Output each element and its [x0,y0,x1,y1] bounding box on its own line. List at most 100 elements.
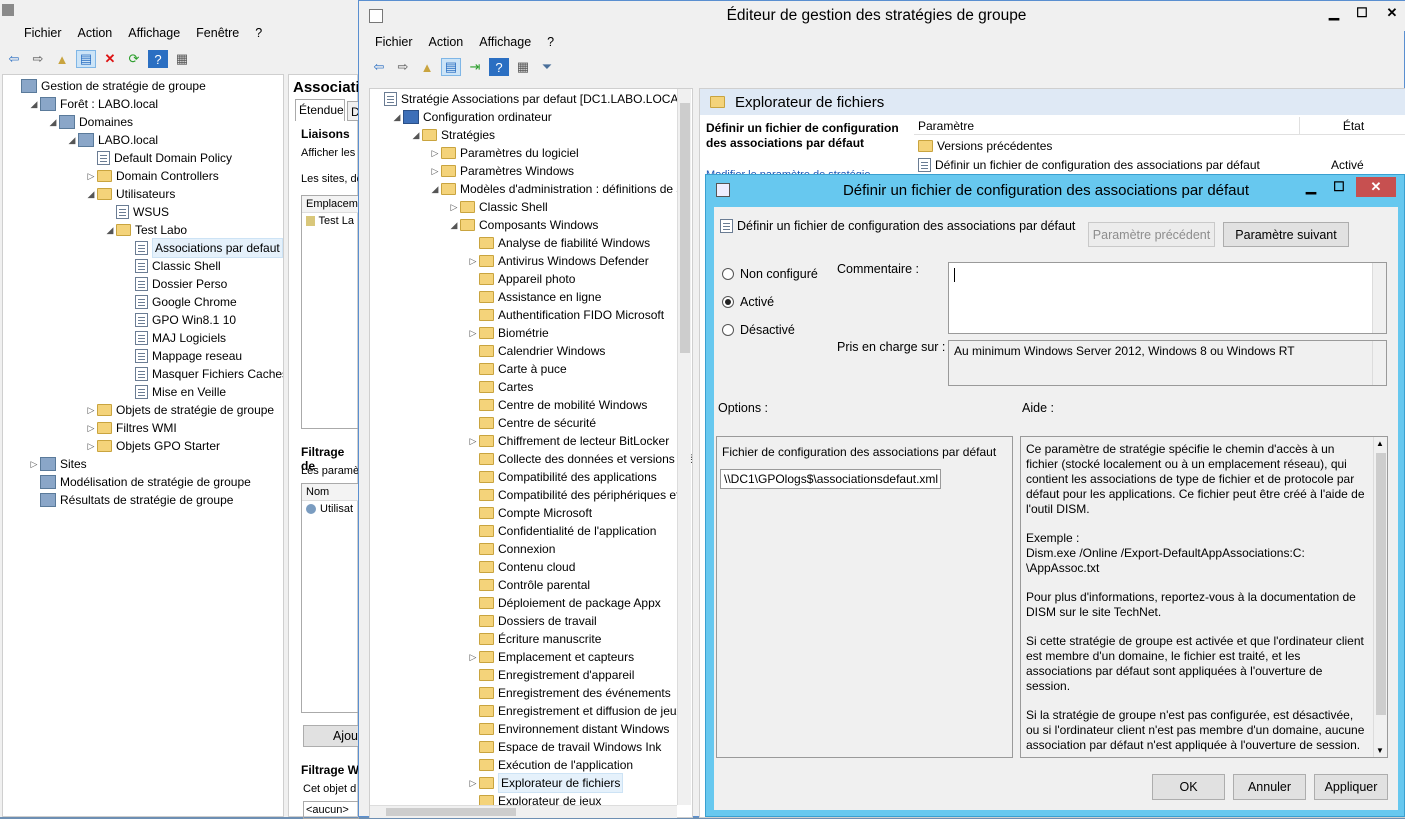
gpmc-tree-item[interactable]: ◢ LABO.local [66,131,158,149]
gpme-tree-item[interactable]: ▷ Classic Shell [448,198,548,216]
expand-arrow-icon[interactable]: ▷ [467,432,479,450]
gpme-tree-item[interactable]: Confidentialité de l'application [467,522,656,540]
gpmc-menu-action[interactable]: Action [70,26,121,40]
gpmc-tree-item[interactable]: Masquer Fichiers Caches [123,365,283,383]
gpme-tree-scrollbar[interactable] [677,89,691,805]
expand-arrow-icon[interactable]: ◢ [429,180,441,198]
link-row[interactable]: Test La [302,213,358,229]
gpme-tree-item[interactable]: Compte Microsoft [467,504,592,522]
gpmc-tree-item[interactable]: Default Domain Policy [85,149,232,167]
gpme-tree-item[interactable]: Contrôle parental [467,576,590,594]
gpmc-menu-help[interactable]: ? [247,26,270,40]
gpme-tree-item[interactable]: Compatibilité des applications [467,468,657,486]
wmi-select[interactable]: <aucun> [303,801,359,819]
gpme-tree-item[interactable]: Connexion [467,540,555,558]
gpme-tree-item[interactable]: ▷ Paramètres Windows [429,162,575,180]
gpme-tree-hscrollbar[interactable] [370,805,677,818]
gpme-tree-item[interactable]: Dossiers de travail [467,612,597,630]
gpme-tree-item[interactable]: Centre de mobilité Windows [467,396,647,414]
col-etat[interactable]: État [1300,117,1405,135]
gpme-maximize-button[interactable]: ☐ [1349,3,1375,23]
gpme-tree-item[interactable]: Compatibilité des périphériques et d [467,486,689,504]
up-folder-icon[interactable]: ▲ [417,58,437,76]
gpmc-tree-item[interactable]: Dossier Perso [123,275,227,293]
gpme-tree-item[interactable]: Stratégie Associations par defaut [DC1.L… [372,90,688,108]
gpme-menu-fichier[interactable]: Fichier [367,35,421,49]
gpme-tree-item[interactable]: Enregistrement d'appareil [467,666,634,684]
dialog-close-button[interactable]: ✕ [1356,177,1396,197]
gpmc-tree-item[interactable]: Mise en Veille [123,383,226,401]
gpme-tree-item[interactable]: Espace de travail Windows Ink [467,738,661,756]
gpmc-menu-affichage[interactable]: Affichage [120,26,188,40]
gpmc-tree-item[interactable]: ▷ Filtres WMI [85,419,177,437]
gpmc-tree-item[interactable]: ▷ Sites [28,455,87,473]
gpmc-menu-fenetre[interactable]: Fenêtre [188,26,247,40]
expand-arrow-icon[interactable]: ▷ [467,774,479,792]
tab-etendue[interactable]: Étendue [295,99,345,121]
expand-arrow-icon[interactable]: ◢ [448,216,460,234]
expand-arrow-icon[interactable]: ▷ [85,167,97,185]
col-nom[interactable]: Nom [302,484,358,501]
previous-setting-button[interactable]: Paramètre précédent [1088,222,1215,247]
help-icon[interactable]: ? [148,50,168,68]
gpme-tree-item[interactable]: Environnement distant Windows [467,720,669,738]
gpme-tree-item[interactable]: ◢ Composants Windows [448,216,599,234]
gpme-tree-item[interactable]: Enregistrement et diffusion de jeux [467,702,683,720]
expand-arrow-icon[interactable]: ▷ [28,455,40,473]
gpme-tree-item[interactable]: ◢ Configuration ordinateur [391,108,552,126]
dialog-maximize-button[interactable]: ☐ [1326,177,1352,197]
expand-arrow-icon[interactable]: ▷ [85,437,97,455]
gpme-tree-item[interactable]: Analyse de fiabilité Windows [467,234,650,252]
forward-arrow-icon[interactable]: ⇨ [28,50,48,68]
help-icon[interactable]: ? [489,58,509,76]
gpmc-tree-item[interactable]: ▷ Domain Controllers [85,167,219,185]
gpmc-tree-item[interactable]: WSUS [104,203,169,221]
gpmc-menu-fichier[interactable]: Fichier [16,26,70,40]
filter-icon[interactable]: ⏷ [537,58,557,76]
cancel-button[interactable]: Annuler [1233,774,1306,800]
comment-scrollbar[interactable] [1372,263,1386,333]
gpme-tree-item[interactable]: ▷ Paramètres du logiciel [429,144,579,162]
option-field-input[interactable]: \\DC1\GPOlogs$\associationsdefaut.xml [720,469,941,489]
dialog-minimize-button[interactable]: ▁ [1298,177,1324,197]
gpme-menu-help[interactable]: ? [539,35,562,49]
gpme-tree-item[interactable]: Exécution de l'application [467,756,633,774]
gpmc-tree-item[interactable]: MAJ Logiciels [123,329,226,347]
expand-arrow-icon[interactable]: ▷ [85,401,97,419]
gpme-tree-item[interactable]: Contenu cloud [467,558,575,576]
expand-arrow-icon[interactable]: ◢ [85,185,97,203]
delete-icon[interactable]: ✕ [100,50,120,68]
gpmc-tree-item[interactable]: GPO Win8.1 10 [123,311,236,329]
gpmc-tree-item[interactable]: ◢ Test Labo [104,221,188,239]
help-scrollbar[interactable]: ▲ ▼ [1373,437,1387,757]
gpme-tree-item[interactable]: ◢ Stratégies [410,126,496,144]
gpmc-tree-item[interactable]: ▷ Objets GPO Starter [85,437,221,455]
radio-not-configured[interactable]: Non configuré [722,267,818,281]
forward-arrow-icon[interactable]: ⇨ [393,58,413,76]
ajouter-button[interactable]: Ajou [303,725,361,747]
gpmc-tree-item[interactable]: Résultats de stratégie de groupe [28,491,233,509]
back-arrow-icon[interactable]: ⇦ [4,50,24,68]
security-row[interactable]: Utilisat [302,501,358,517]
expand-arrow-icon[interactable]: ◢ [47,113,59,131]
gpme-tree-item[interactable]: ▷ Antivirus Windows Defender [467,252,649,270]
gpme-tree-item[interactable]: ▷ Biométrie [467,324,549,342]
gpme-tree-item[interactable]: Déploiement de package Appx [467,594,661,612]
gpme-tree-item[interactable]: Enregistrement des événements [467,684,671,702]
gpme-tree-item[interactable]: ◢ Modèles d'administration : définitions … [429,180,683,198]
refresh-icon[interactable]: ⟳ [124,50,144,68]
gpme-tree-item[interactable]: Carte à puce [467,360,567,378]
supported-scrollbar[interactable] [1372,341,1386,385]
properties-icon[interactable]: ▦ [513,58,533,76]
gpme-tree-item[interactable]: Assistance en ligne [467,288,601,306]
expand-arrow-icon[interactable]: ▷ [448,198,460,216]
gpme-tree-item[interactable]: Appareil photo [467,270,575,288]
gpmc-tree-item[interactable]: ▷ Objets de stratégie de groupe [85,401,275,419]
next-setting-button[interactable]: Paramètre suivant [1223,222,1349,247]
gpme-close-button[interactable]: ✕ [1379,3,1405,23]
gpmc-tree-item[interactable]: Associations par defaut [123,238,283,258]
expand-arrow-icon[interactable]: ◢ [410,126,422,144]
expand-arrow-icon[interactable]: ◢ [66,131,78,149]
gpmc-tree-item[interactable]: Mappage reseau [123,347,242,365]
gpmc-tree-item[interactable]: Google Chrome [123,293,237,311]
